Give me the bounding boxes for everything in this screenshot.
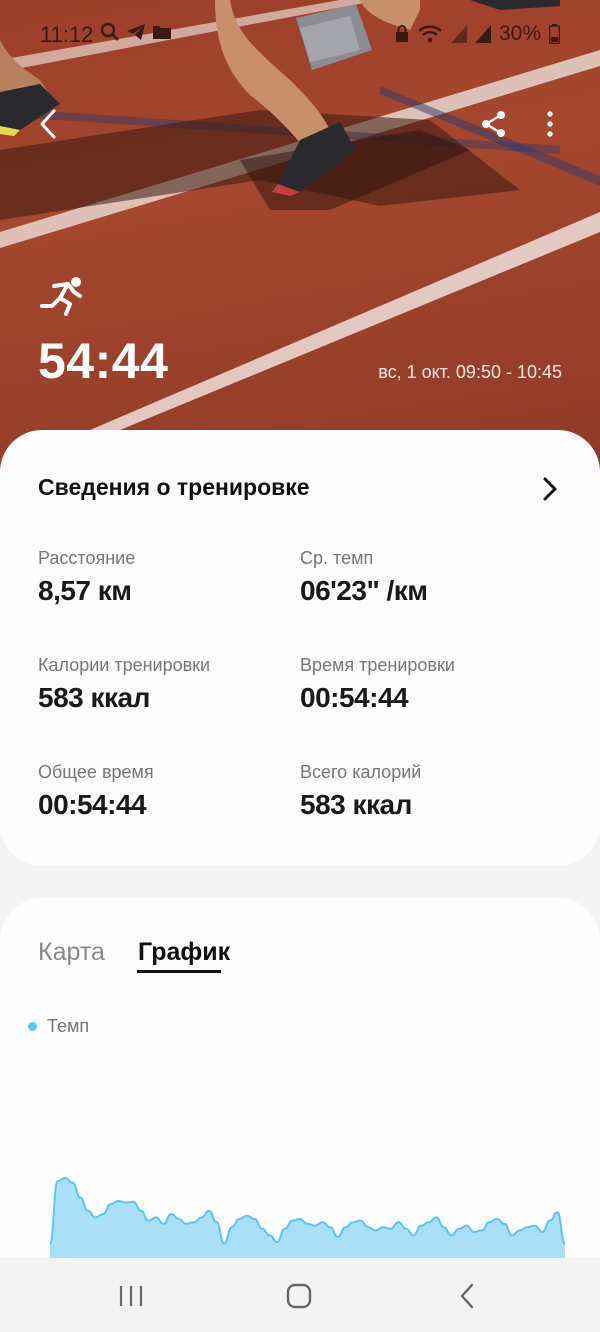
- more-options-button[interactable]: [526, 100, 574, 148]
- more-vertical-icon: [547, 111, 553, 137]
- summary-title[interactable]: Сведения о тренировке: [38, 474, 310, 501]
- workout-duration: 54:44: [38, 333, 169, 389]
- recent-apps-icon: [119, 1286, 143, 1306]
- wifi-icon: [418, 25, 442, 43]
- metric-workout-time: Время тренировки 00:54:44: [300, 655, 560, 714]
- lock-icon: [395, 25, 408, 42]
- tab-graph[interactable]: График: [138, 938, 230, 967]
- metric-value: 583 ккал: [38, 682, 150, 713]
- running-icon: [40, 277, 82, 316]
- status-time: 11:12: [40, 22, 94, 47]
- metric-label: Калории тренировки: [38, 655, 211, 675]
- status-notification-icons: [100, 22, 172, 42]
- metric-value: 00:54:44: [300, 682, 409, 713]
- pace-series-area: [50, 1178, 565, 1260]
- metric-total-time: Общее время 00:54:44: [38, 762, 298, 821]
- system-nav-bar: [0, 1258, 600, 1332]
- workout-date-range: вс, 1 окт. 09:50 - 10:45: [378, 362, 562, 382]
- hero-track-image: [0, 0, 600, 430]
- metric-value: 583 ккал: [300, 789, 412, 820]
- metric-workout-calories: Калории тренировки 583 ккал: [38, 655, 298, 714]
- metric-value: 8,57 км: [38, 575, 132, 606]
- metric-label: Всего калорий: [300, 762, 422, 782]
- home-button[interactable]: [275, 1272, 323, 1320]
- metric-value: 06'23" /км: [300, 575, 428, 606]
- metric-label: Общее время: [38, 762, 154, 782]
- folder-icon: [153, 26, 171, 39]
- metric-distance: Расстояние 8,57 км: [38, 548, 298, 607]
- chart-legend: Темп: [28, 1016, 89, 1037]
- share-button[interactable]: [470, 100, 518, 148]
- hero-photo: 11:12 30% 54:44 вс, 1 окт. 09:50 - 10:45: [0, 0, 600, 470]
- status-system-icons: 30%: [395, 22, 560, 46]
- back-nav-button[interactable]: [443, 1272, 491, 1320]
- search-icon: [100, 22, 119, 41]
- metric-label: Расстояние: [38, 548, 136, 568]
- share-icon: [482, 111, 505, 137]
- back-arrow-icon: [460, 1283, 474, 1309]
- metric-total-calories: Всего калорий 583 ккал: [300, 762, 560, 821]
- battery-percent: 30%: [498, 22, 541, 45]
- tab-map[interactable]: Карта: [38, 938, 105, 967]
- legend-dot: [28, 1022, 37, 1031]
- chevron-right-icon[interactable]: [538, 474, 564, 504]
- pace-chart: [49, 1176, 566, 1260]
- telegram-icon: [127, 24, 145, 40]
- tab-selected-indicator: [137, 970, 221, 973]
- chevron-left-icon: [40, 109, 56, 139]
- signal-icon-2: [474, 25, 491, 43]
- home-icon: [286, 1283, 312, 1309]
- status-bar: 11:12 30%: [0, 0, 600, 68]
- back-button[interactable]: [24, 100, 72, 148]
- metric-label: Время тренировки: [300, 655, 455, 675]
- legend-label-pace: Темп: [47, 1016, 90, 1036]
- metric-avg-pace: Ср. темп 06'23" /км: [300, 548, 560, 607]
- metric-value: 00:54:44: [38, 789, 147, 820]
- metric-label: Ср. темп: [300, 548, 374, 568]
- battery-icon: [549, 24, 560, 44]
- recent-apps-button[interactable]: [107, 1272, 155, 1320]
- signal-icon-1: [450, 25, 467, 43]
